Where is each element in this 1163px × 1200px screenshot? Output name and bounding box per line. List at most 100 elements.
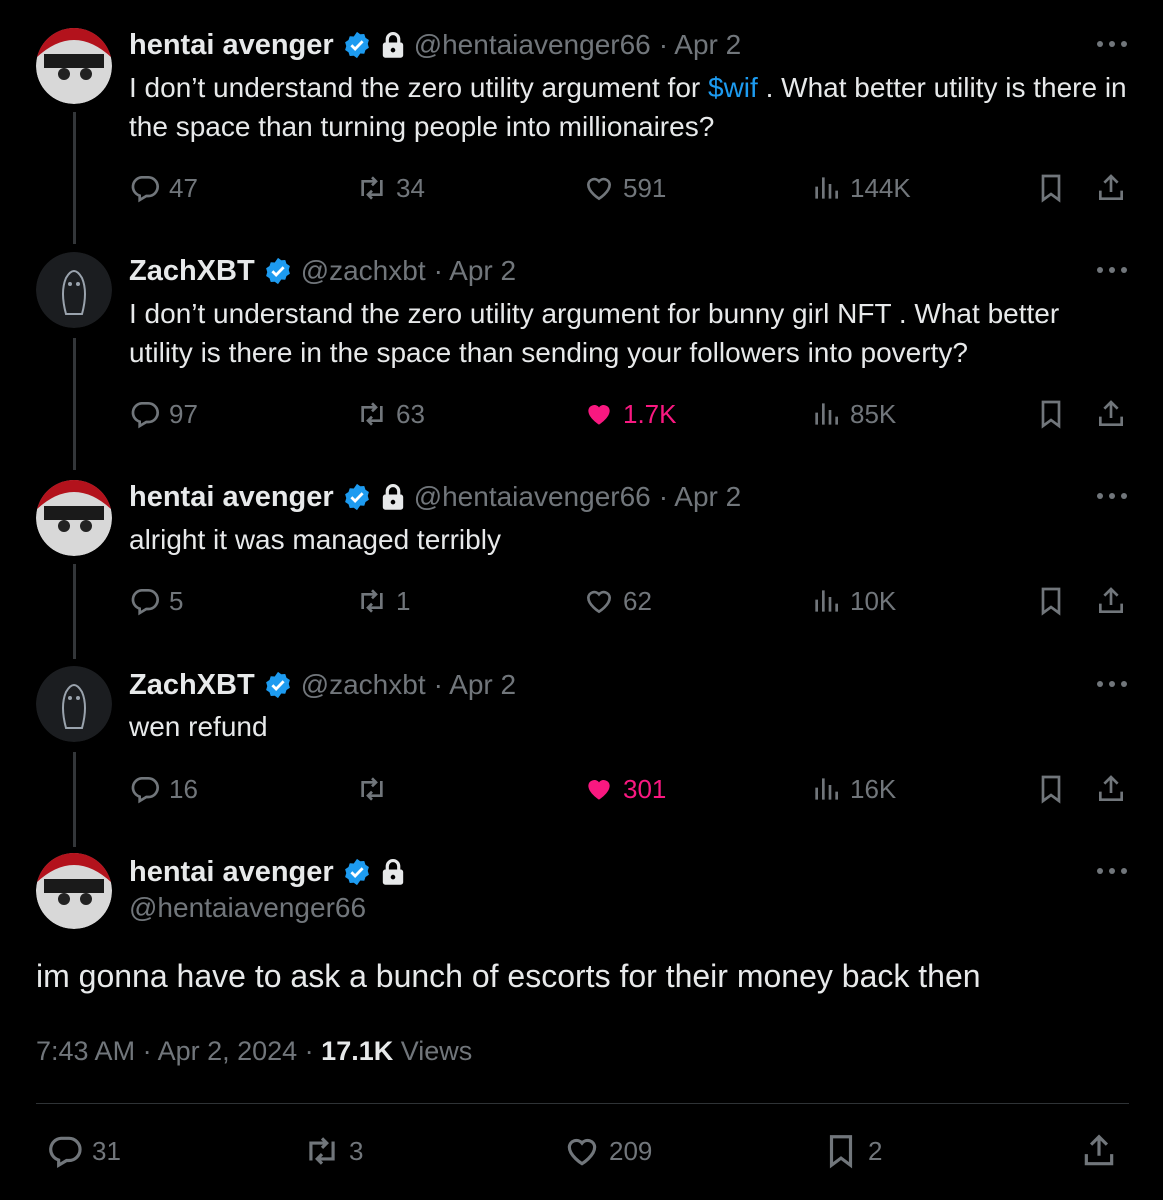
tweet-header: hentai avenger @hentaiavenger66 · Apr 2 bbox=[129, 25, 741, 65]
heart-icon bbox=[563, 1132, 601, 1170]
tweet-text: I don’t understand the zero utility argu… bbox=[129, 298, 1060, 368]
views-button[interactable]: 85K bbox=[810, 396, 896, 432]
main-tweet-header: hentai avenger bbox=[129, 852, 406, 892]
retweet-button[interactable]: 63 bbox=[356, 396, 425, 432]
like-count: 301 bbox=[623, 773, 667, 804]
views-label: Views bbox=[393, 1036, 473, 1066]
more-options-icon[interactable] bbox=[1097, 41, 1127, 49]
display-name[interactable]: ZachXBT bbox=[129, 669, 255, 702]
views-button[interactable]: 144K bbox=[810, 170, 911, 206]
share-button[interactable] bbox=[1080, 1133, 1118, 1169]
more-options-icon[interactable] bbox=[1097, 868, 1127, 876]
share-button[interactable] bbox=[1095, 771, 1127, 807]
display-name[interactable]: hentai avenger bbox=[129, 856, 334, 889]
user-handle[interactable]: @hentaiavenger66 bbox=[129, 892, 366, 924]
tweet-date[interactable]: · Apr 2 bbox=[659, 29, 741, 61]
avatar[interactable] bbox=[36, 28, 112, 104]
main-tweet-text: im gonna have to ask a bunch of escorts … bbox=[36, 958, 981, 994]
retweet-button[interactable]: 34 bbox=[356, 170, 425, 206]
bookmark-icon bbox=[1035, 585, 1067, 617]
heart-icon bbox=[583, 172, 615, 204]
view-count: 85K bbox=[850, 398, 897, 429]
tweet-header: ZachXBT @zachxbt · Apr 2 bbox=[129, 665, 516, 705]
reply-button[interactable]: 31 bbox=[46, 1133, 121, 1169]
share-button[interactable] bbox=[1095, 583, 1127, 619]
share-button[interactable] bbox=[1095, 396, 1127, 432]
reply-button[interactable]: 5 bbox=[129, 583, 183, 619]
bookmark-button[interactable] bbox=[1035, 583, 1067, 619]
display-name[interactable]: hentai avenger bbox=[129, 29, 334, 62]
retweet-icon bbox=[356, 773, 388, 805]
retweet-count: 34 bbox=[396, 172, 425, 203]
verified-badge-icon bbox=[263, 670, 293, 700]
like-button[interactable]: 209 bbox=[563, 1133, 652, 1169]
tweet-timestamp: 7:43 AM · Apr 2, 2024 · 17.1K Views bbox=[36, 1036, 472, 1067]
tweet-date[interactable]: · Apr 2 bbox=[434, 255, 516, 287]
user-handle[interactable]: @hentaiavenger66 bbox=[414, 481, 651, 513]
share-icon bbox=[1095, 773, 1127, 805]
views-button[interactable]: 10K bbox=[810, 583, 896, 619]
like-button[interactable]: 301 bbox=[583, 771, 666, 807]
bookmark-icon bbox=[1035, 398, 1067, 430]
share-icon bbox=[1095, 585, 1127, 617]
more-options-icon[interactable] bbox=[1097, 267, 1127, 275]
reply-button[interactable]: 16 bbox=[129, 771, 198, 807]
timestamp-text[interactable]: 7:43 AM · Apr 2, 2024 · bbox=[36, 1036, 321, 1066]
cashtag-link[interactable]: $wif bbox=[708, 72, 758, 103]
view-count: 10K bbox=[850, 585, 897, 616]
reply-count: 47 bbox=[169, 172, 198, 203]
bookmark-button[interactable] bbox=[1035, 396, 1067, 432]
user-handle[interactable]: @hentaiavenger66 bbox=[414, 29, 651, 61]
share-icon bbox=[1095, 398, 1127, 430]
verified-badge-icon bbox=[342, 857, 372, 887]
bookmark-count: 2 bbox=[868, 1135, 883, 1166]
like-count: 1.7K bbox=[623, 398, 677, 429]
more-options-icon[interactable] bbox=[1097, 493, 1127, 501]
share-button[interactable] bbox=[1095, 170, 1127, 206]
reply-icon bbox=[129, 773, 161, 805]
display-name[interactable]: ZachXBT bbox=[129, 255, 255, 288]
retweet-icon bbox=[356, 172, 388, 204]
tweet-text: I don’t understand the zero utility argu… bbox=[129, 72, 1127, 142]
bookmark-button[interactable] bbox=[1035, 170, 1067, 206]
display-name[interactable]: hentai avenger bbox=[129, 481, 334, 514]
retweet-button[interactable]: 3 bbox=[303, 1133, 363, 1169]
user-handle[interactable]: @zachxbt bbox=[301, 669, 426, 701]
retweet-icon bbox=[356, 398, 388, 430]
avatar[interactable] bbox=[36, 252, 112, 328]
tweet-date[interactable]: · Apr 2 bbox=[659, 481, 741, 513]
avatar[interactable] bbox=[36, 853, 112, 929]
like-button[interactable]: 62 bbox=[583, 583, 652, 619]
reply-button[interactable]: 47 bbox=[129, 170, 198, 206]
like-button[interactable]: 1.7K bbox=[583, 396, 677, 432]
retweet-count: 63 bbox=[396, 398, 425, 429]
reply-icon bbox=[129, 172, 161, 204]
avatar[interactable] bbox=[36, 480, 112, 556]
more-options-icon[interactable] bbox=[1097, 681, 1127, 689]
views-button[interactable]: 16K bbox=[810, 771, 896, 807]
retweet-button[interactable] bbox=[356, 771, 396, 807]
thread-connector bbox=[73, 752, 76, 847]
tweet-header: ZachXBT @zachxbt · Apr 2 bbox=[129, 251, 516, 291]
lock-icon bbox=[380, 31, 406, 59]
reply-count: 31 bbox=[92, 1135, 121, 1166]
bookmark-icon bbox=[1035, 172, 1067, 204]
like-button[interactable]: 591 bbox=[583, 170, 666, 206]
tweet-date[interactable]: · Apr 2 bbox=[434, 669, 516, 701]
views-icon bbox=[810, 172, 842, 204]
reply-button[interactable]: 97 bbox=[129, 396, 198, 432]
heart-icon bbox=[583, 585, 615, 617]
user-handle[interactable]: @zachxbt bbox=[301, 255, 426, 287]
avatar[interactable] bbox=[36, 666, 112, 742]
retweet-button[interactable]: 1 bbox=[356, 583, 410, 619]
verified-badge-icon bbox=[342, 482, 372, 512]
bookmark-icon bbox=[822, 1132, 860, 1170]
views-icon bbox=[810, 398, 842, 430]
reply-icon bbox=[129, 585, 161, 617]
bookmark-button[interactable] bbox=[1035, 771, 1067, 807]
retweet-icon bbox=[356, 585, 388, 617]
reply-count: 5 bbox=[169, 585, 184, 616]
bookmark-button[interactable]: 2 bbox=[822, 1133, 882, 1169]
tweet-header: hentai avenger @hentaiavenger66 · Apr 2 bbox=[129, 477, 741, 517]
heart-filled-icon bbox=[583, 773, 615, 805]
